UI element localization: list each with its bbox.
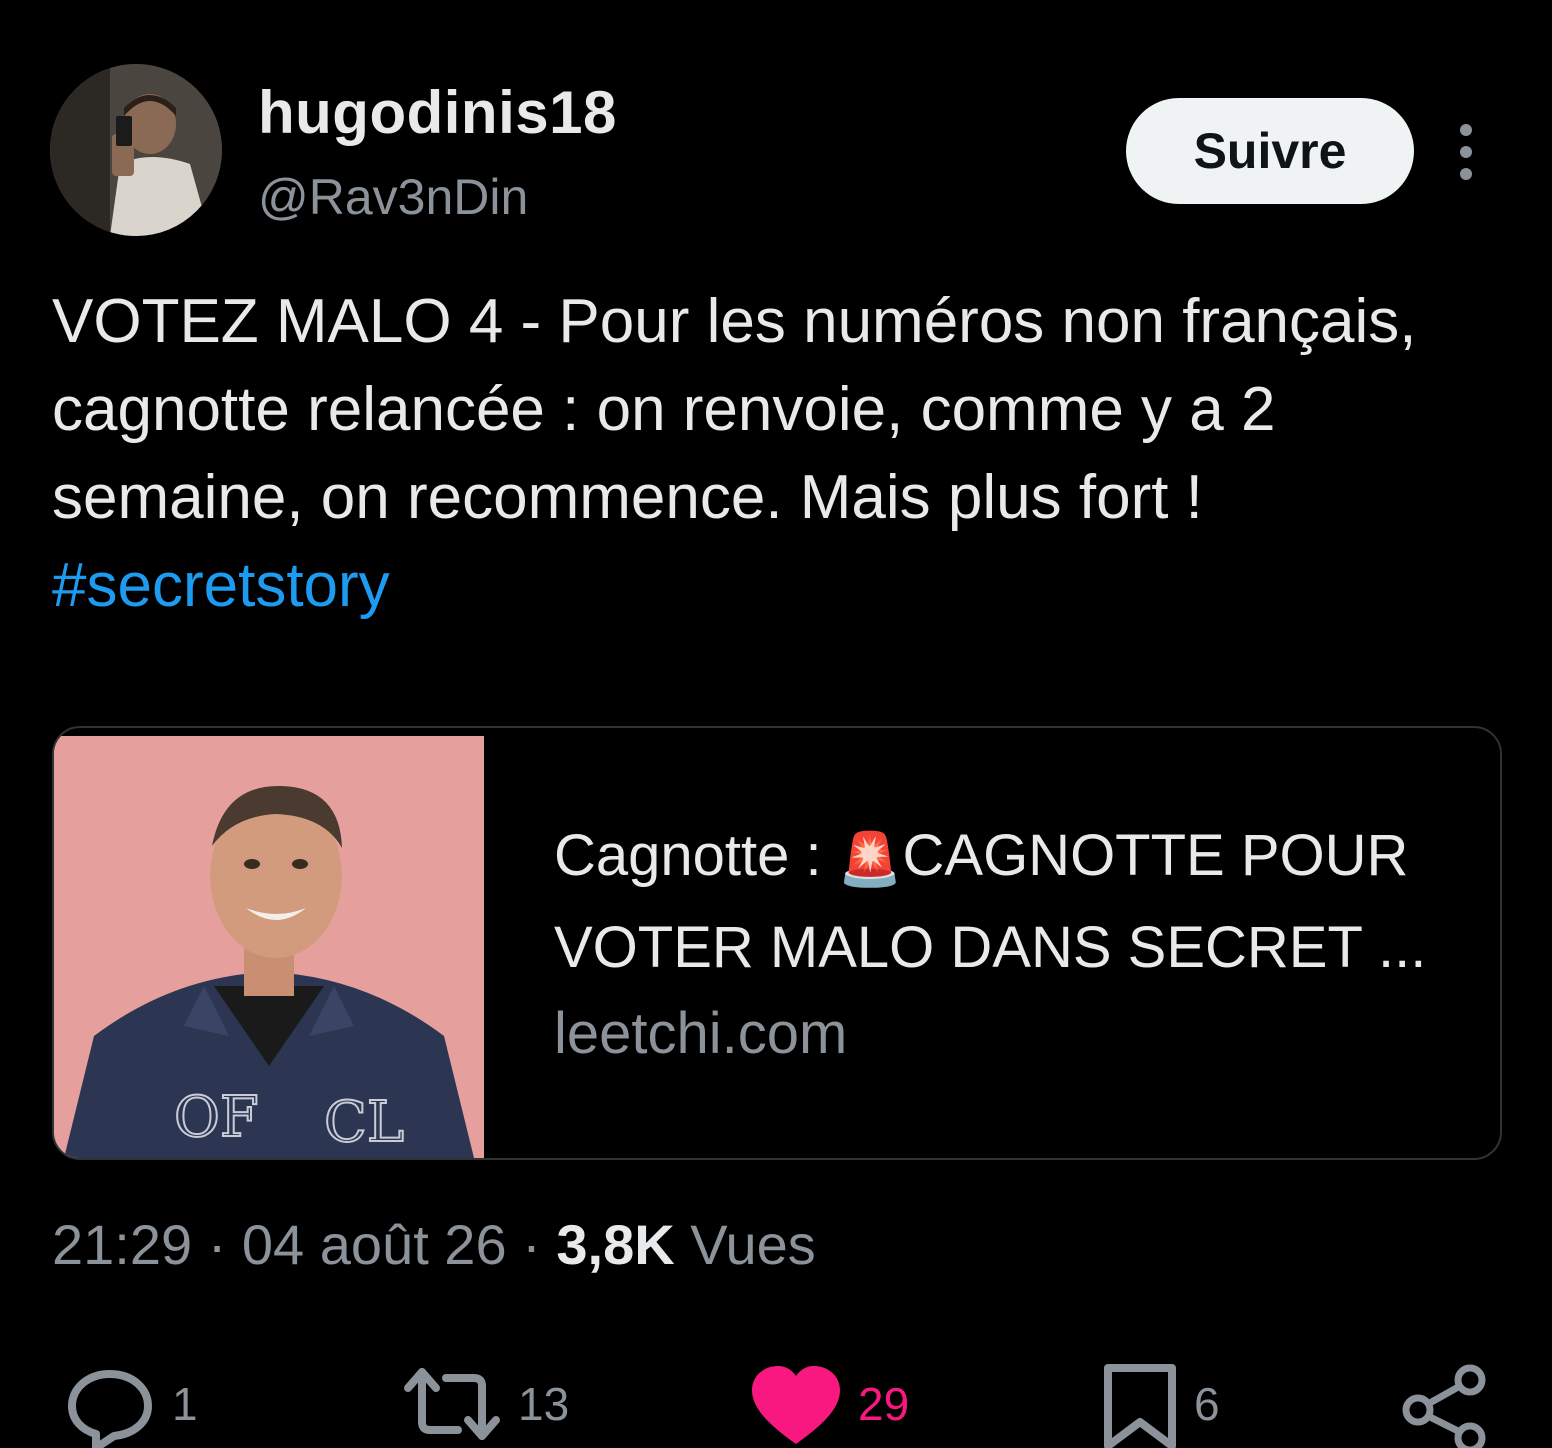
retweet-icon xyxy=(404,1368,500,1440)
link-card-domain: leetchi.com xyxy=(554,1001,848,1066)
bookmark-count: 6 xyxy=(1194,1378,1220,1430)
follow-button[interactable]: Suivre xyxy=(1126,98,1414,204)
share-button[interactable] xyxy=(1398,1360,1490,1448)
retweet-count: 13 xyxy=(518,1378,570,1430)
link-card-title-prefix: Cagnotte : xyxy=(554,823,838,888)
meta-separator: · xyxy=(192,1213,242,1276)
share-icon xyxy=(1402,1364,1486,1448)
link-card-image: OF CL xyxy=(54,736,484,1158)
like-button[interactable]: 29 xyxy=(748,1360,909,1448)
avatar-photo xyxy=(50,64,222,236)
avatar[interactable] xyxy=(50,64,222,236)
heart-icon xyxy=(752,1366,840,1444)
svg-text:OF: OF xyxy=(174,1085,259,1150)
tweet-date[interactable]: 04 août 26 xyxy=(242,1213,507,1276)
views-label: Vues xyxy=(674,1213,816,1276)
reply-icon xyxy=(68,1370,152,1448)
meta-separator: · xyxy=(506,1213,557,1276)
bookmark-icon xyxy=(1104,1364,1176,1448)
reply-button[interactable]: 1 xyxy=(62,1360,198,1448)
tweet-text: VOTEZ MALO 4 - Pour les numéros non fran… xyxy=(52,278,1492,630)
tweet-meta: 21:29 · 04 août 26 · 3,8K Vues xyxy=(52,1212,816,1277)
link-card-title: Cagnotte : 🚨CAGNOTTE POUR VOTER MALO DAN… xyxy=(554,812,1494,992)
more-vertical-icon[interactable] xyxy=(1446,120,1486,184)
link-card[interactable]: OF CL Cagnotte : 🚨CAGNOTTE POUR VOTER MA… xyxy=(52,726,1502,1160)
tweet-body: VOTEZ MALO 4 - Pour les numéros non fran… xyxy=(52,287,1417,532)
retweet-button[interactable]: 13 xyxy=(400,1360,569,1448)
bookmark-button[interactable]: 6 xyxy=(1100,1360,1220,1448)
author-handle[interactable]: @Rav3nDin xyxy=(258,168,528,226)
reply-count: 1 xyxy=(172,1378,198,1430)
svg-text:CL: CL xyxy=(324,1090,404,1155)
author-display-name[interactable]: hugodinis18 xyxy=(258,78,617,147)
views-count: 3,8K xyxy=(556,1213,675,1276)
like-count: 29 xyxy=(858,1378,910,1430)
hashtag-link[interactable]: #secretstory xyxy=(52,551,390,620)
tweet-time[interactable]: 21:29 xyxy=(52,1213,192,1276)
siren-emoji: 🚨 xyxy=(837,831,903,889)
action-bar: 1 13 29 6 xyxy=(0,1360,1552,1448)
